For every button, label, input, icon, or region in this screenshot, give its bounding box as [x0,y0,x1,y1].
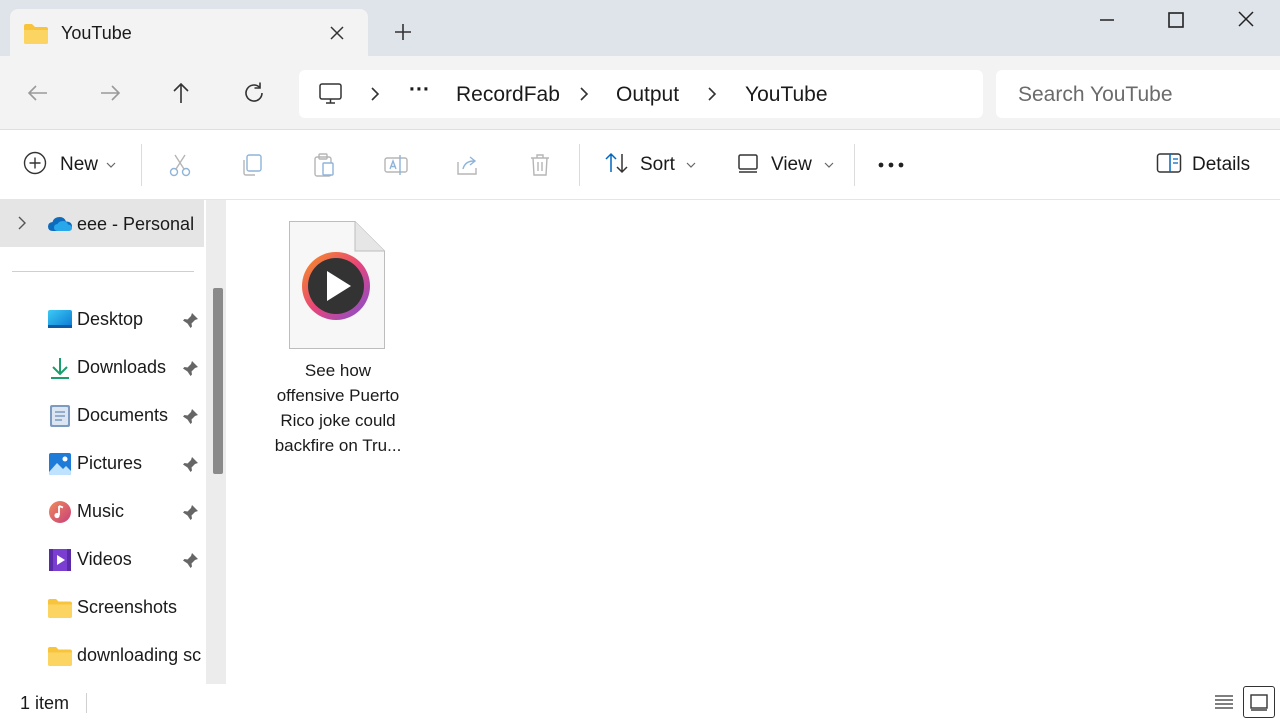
file-item[interactable]: See how offensive Puerto Rico joke could… [266,218,410,458]
pin-icon[interactable] [182,407,200,425]
chevron-down-icon [106,156,116,174]
sidebar-item-documents[interactable]: Documents [0,396,210,436]
sidebar-divider [12,271,194,272]
sort-button[interactable]: Sort [604,148,696,182]
sidebar-item-desktop[interactable]: Desktop [0,300,210,340]
refresh-icon[interactable] [241,80,267,106]
tab-youtube[interactable]: YouTube [10,9,368,57]
address-bar[interactable]: ··· RecordFab Output YouTube [299,70,983,118]
share-icon[interactable] [455,152,481,178]
documents-icon [48,404,72,428]
folder-icon [23,23,49,50]
close-tab-icon[interactable] [326,22,348,44]
tab-title: YouTube [61,23,132,43]
music-icon [48,500,72,524]
pin-icon[interactable] [182,503,200,521]
minimize-icon[interactable] [1092,8,1122,32]
chevron-right-icon[interactable] [368,86,382,102]
pin-icon[interactable] [182,455,200,473]
toolbar-divider [141,144,142,186]
view-icon [737,151,761,180]
toolbar-divider [579,144,580,186]
details-label: Details [1192,154,1251,175]
scrollbar-thumb[interactable] [213,288,223,474]
desktop-icon [48,308,72,332]
sidebar-item-downloading[interactable]: downloading sc [0,636,210,676]
sidebar-item-onedrive[interactable]: eee - Personal [0,200,204,247]
details-pane-icon [1156,152,1182,179]
title-bar: YouTube [0,0,1280,57]
new-label: New [60,154,99,175]
details-view-icon[interactable] [1208,686,1240,718]
videos-icon [48,548,72,572]
file-name: See how offensive Puerto Rico joke could… [274,361,402,455]
details-button[interactable]: Details [1156,148,1250,182]
chevron-right-icon[interactable] [705,86,719,102]
cut-icon[interactable] [167,152,193,178]
pin-icon[interactable] [182,551,200,569]
navigation-pane: eee - Personal Desktop Downloads Documen… [0,200,232,684]
plus-circle-icon [23,151,47,180]
search-input[interactable]: Search YouTube [996,70,1280,118]
paste-icon[interactable] [311,152,337,178]
sidebar-item-screenshots[interactable]: Screenshots [0,588,210,628]
downloads-icon [48,356,72,380]
more-options-icon[interactable] [878,152,904,178]
sidebar-item-label: downloading sc [77,645,202,665]
onedrive-cloud-icon [47,215,73,238]
pin-icon[interactable] [182,311,200,329]
sidebar-item-label: Screenshots [77,597,178,617]
chevron-down-icon [824,156,834,174]
rename-icon[interactable] [383,152,409,178]
copy-icon[interactable] [239,152,265,178]
command-bar: New Sort View Details [0,130,1280,200]
video-file-icon [289,221,385,354]
delete-icon[interactable] [527,152,553,178]
folder-icon [48,644,72,668]
breadcrumb-youtube[interactable]: YouTube [745,83,828,107]
breadcrumb-output[interactable]: Output [616,83,679,107]
breadcrumb-overflow[interactable]: ··· [409,78,430,102]
sidebar-item-pictures[interactable]: Pictures [0,444,210,484]
forward-arrow-icon[interactable] [97,80,123,106]
folder-icon [48,596,72,620]
sort-icon [604,151,630,180]
pictures-icon [48,452,72,476]
chevron-down-icon [686,156,696,174]
sidebar-item-downloads[interactable]: Downloads [0,348,210,388]
chevron-right-icon[interactable] [577,86,591,102]
up-arrow-icon[interactable] [168,80,194,106]
view-button[interactable]: View [737,148,834,182]
sidebar-item-music[interactable]: Music [0,492,210,532]
status-bar: 1 item [0,684,1280,720]
view-label: View [771,154,812,175]
maximize-icon[interactable] [1161,8,1191,32]
item-count: 1 item [20,693,70,713]
new-button[interactable]: New [23,148,116,182]
pin-icon[interactable] [182,359,200,377]
toolbar-divider [854,144,855,186]
this-pc-icon[interactable] [318,82,344,111]
new-tab-icon[interactable] [392,21,414,43]
breadcrumb-recordfab[interactable]: RecordFab [456,83,560,107]
chevron-right-icon[interactable] [16,216,28,235]
sort-label: Sort [640,154,675,175]
search-placeholder: Search YouTube [1018,83,1173,106]
status-divider [86,693,87,713]
back-arrow-icon[interactable] [25,80,51,106]
close-window-icon[interactable] [1231,8,1261,32]
navigation-bar: ··· RecordFab Output YouTube Search YouT… [0,56,1280,130]
sidebar-item-label: eee - Personal [77,214,195,234]
large-icons-view-icon[interactable] [1243,686,1275,718]
sidebar-item-videos[interactable]: Videos [0,540,210,580]
